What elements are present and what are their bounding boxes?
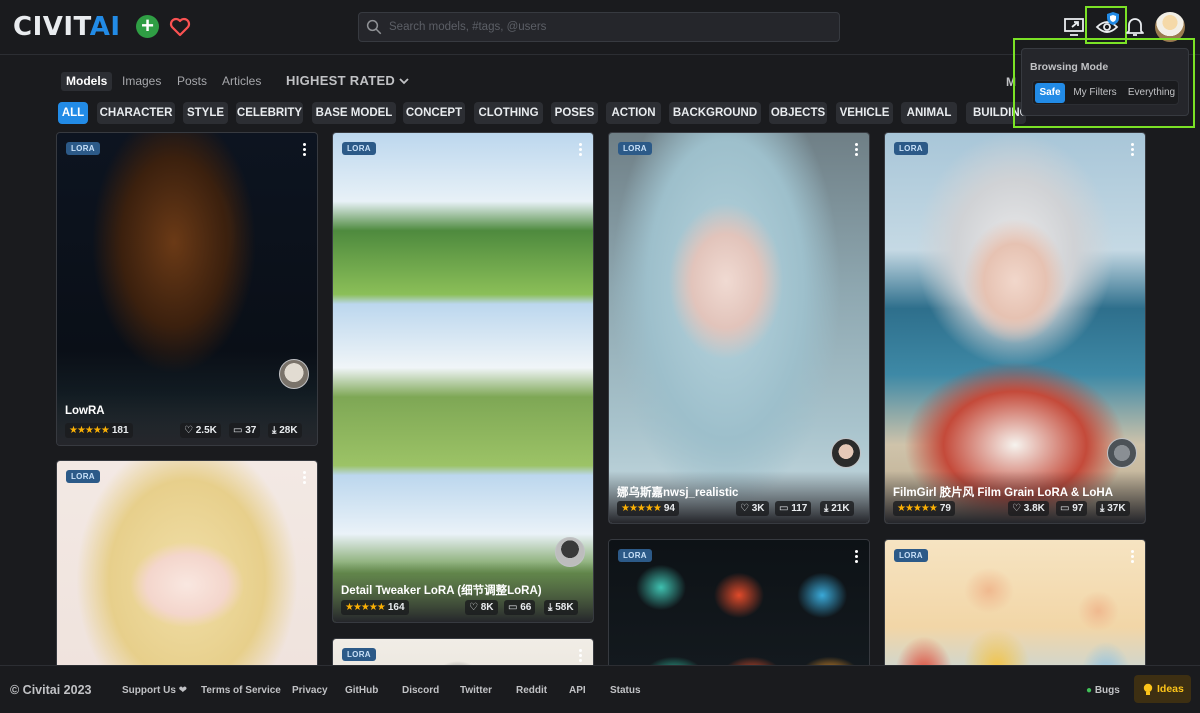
model-card-image [333,133,593,622]
category-chip-objects[interactable]: OBJECTS [769,102,827,124]
category-chip-all[interactable]: ALL [58,102,88,124]
footer-link-api[interactable]: API [569,685,586,696]
model-title: LowRA [65,405,105,417]
model-type-badge: LORA [618,142,652,155]
model-card-image [57,461,317,699]
bugs-button[interactable]: ● Bugs [1086,685,1120,696]
create-plus-button[interactable]: + [136,15,159,38]
more-options-icon[interactable] [1131,143,1135,157]
rating-stat: ★★★★★ 94 [617,501,679,516]
category-chip-character[interactable]: CHARACTER [97,102,175,124]
downloads-stat: ⤓ 21K [820,501,854,516]
tab-images[interactable]: Images [117,72,166,91]
shield-icon [1107,12,1119,25]
footer-link-reddit[interactable]: Reddit [516,685,547,696]
creator-avatar[interactable] [555,537,585,567]
rating-stat: ★★★★★ 181 [65,423,133,438]
notification-bell-icon[interactable] [1123,14,1147,38]
comments-stat: ▭ 97 [1056,501,1088,516]
comments-stat: ▭ 117 [775,501,812,516]
model-type-badge: LORA [894,142,928,155]
category-chip-animal[interactable]: ANIMAL [901,102,957,124]
model-card[interactable]: LORA LowRA ★★★★★ 181 ♡ 2.5K ▭ 37 ⤓ 28K [56,132,318,446]
site-footer: © Civitai 2023 Support Us ❤ Terms of Ser… [0,665,1200,713]
model-card[interactable]: LORA 娜乌斯嘉nwsj_realistic ★★★★★ 94 ♡ 3K ▭ 1… [608,132,870,524]
lightbulb-icon [1143,683,1153,695]
comments-stat: ▭ 37 [229,423,261,438]
downloads-stat: ⤓ 28K [268,423,302,438]
category-chip-concept[interactable]: CONCEPT [403,102,465,124]
category-chip-base-model[interactable]: BASE MODEL [312,102,396,124]
footer-link-status[interactable]: Status [610,685,641,696]
category-chip-action[interactable]: ACTION [606,102,661,124]
sort-dropdown[interactable]: HIGHEST RATED [286,73,409,88]
sort-label: HIGHEST RATED [286,73,396,88]
model-type-badge: LORA [618,549,652,562]
category-chip-clothing[interactable]: CLOTHING [474,102,543,124]
tab-articles[interactable]: Articles [217,72,266,91]
likes-stat: ♡ 8K [465,600,498,615]
more-options-icon[interactable] [303,471,307,485]
comments-stat: ▭ 66 [504,600,536,615]
footer-link-support-us[interactable]: Support Us ❤ [122,685,187,696]
model-card-image [609,133,869,523]
heart-icon[interactable] [168,15,192,39]
creator-avatar[interactable] [279,359,309,389]
category-chip-style[interactable]: STYLE [183,102,228,124]
more-options-icon[interactable] [579,649,583,663]
screen-share-icon[interactable] [1062,14,1086,38]
likes-stat: ♡ 2.5K [180,423,221,438]
model-title: 娜乌斯嘉nwsj_realistic [617,487,739,499]
bug-icon: ● [1086,685,1093,696]
footer-link-privacy[interactable]: Privacy [292,685,328,696]
ideas-label: Ideas [1157,683,1184,695]
search-bar[interactable] [358,12,840,42]
downloads-stat: ⤓ 58K [544,600,578,615]
model-card[interactable]: LORA Detail Tweaker LoRA (细节调整LoRA) ★★★★… [332,132,594,623]
model-type-badge: LORA [342,142,376,155]
model-card[interactable]: LORA [56,460,318,700]
likes-stat: ♡ 3K [736,501,769,516]
category-chip-background[interactable]: BACKGROUND [669,102,761,124]
category-chip-celebrity[interactable]: CELEBRITY [236,102,303,124]
model-type-badge: LORA [894,549,928,562]
civitai-logo[interactable]: CIVITAI [13,13,121,41]
search-input[interactable] [389,13,829,41]
model-type-badge: LORA [66,142,100,155]
ideas-button[interactable]: Ideas [1134,675,1191,703]
model-type-badge: LORA [66,470,100,483]
tab-posts[interactable]: Posts [172,72,212,91]
likes-stat: ♡ 3.8K [1008,501,1049,516]
search-icon [366,19,382,35]
downloads-stat: ⤓ 37K [1096,501,1130,516]
tab-models[interactable]: Models [61,72,113,91]
footer-link-terms[interactable]: Terms of Service [201,685,281,696]
chevron-down-icon [399,78,409,85]
model-type-badge: LORA [342,648,376,661]
more-options-icon[interactable] [855,550,859,564]
model-card-image [885,133,1145,523]
footer-link-twitter[interactable]: Twitter [460,685,492,696]
highlight-box [1013,38,1195,128]
model-card[interactable]: LORA FilmGirl 胶片风 Film Grain LoRA & LoHA… [884,132,1146,524]
footer-link-github[interactable]: GitHub [345,685,378,696]
model-title: FilmGirl 胶片风 Film Grain LoRA & LoHA [893,487,1113,499]
category-chip-poses[interactable]: POSES [551,102,598,124]
more-options-icon[interactable] [303,143,307,157]
model-title: Detail Tweaker LoRA (细节调整LoRA) [341,585,542,597]
copyright-text: © Civitai 2023 [10,683,92,697]
category-chip-vehicle[interactable]: VEHICLE [836,102,893,124]
more-options-icon[interactable] [1131,550,1135,564]
footer-link-discord[interactable]: Discord [402,685,439,696]
creator-avatar[interactable] [1107,438,1137,468]
rating-stat: ★★★★★ 164 [341,600,409,615]
more-options-icon[interactable] [579,143,583,157]
creator-avatar[interactable] [831,438,861,468]
rating-stat: ★★★★★ 79 [893,501,955,516]
more-options-icon[interactable] [855,143,859,157]
